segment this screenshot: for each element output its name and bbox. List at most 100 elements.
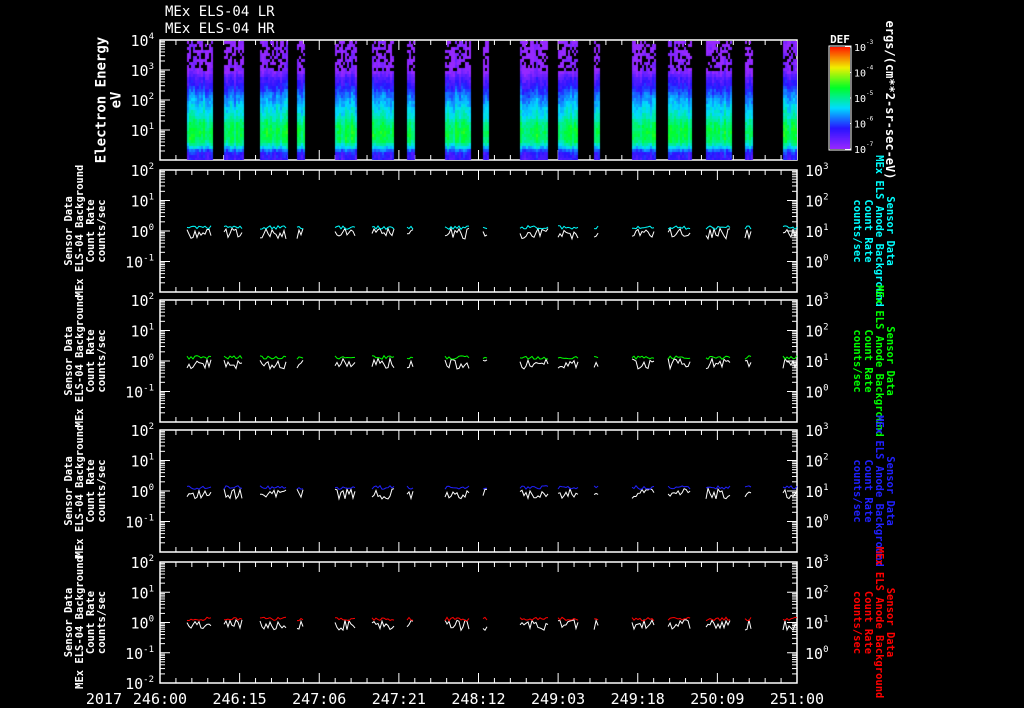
colorbar-title: DEF (830, 33, 850, 46)
colored-series-segment (631, 617, 655, 622)
colored-series-segment (223, 354, 243, 360)
white-series-segment (557, 229, 579, 241)
white-series-segment (705, 226, 731, 241)
tick-label: 10-1 (125, 645, 154, 663)
white-series-segment (223, 227, 243, 239)
colored-series-segment (705, 225, 731, 230)
x-tick-label: 247:06 (292, 690, 346, 708)
colored-series-segment (631, 355, 655, 360)
white-series-segment (334, 619, 356, 632)
colored-series-segment (744, 617, 752, 622)
panel-2-series (186, 354, 798, 371)
colored-series-segment (223, 485, 243, 490)
colored-series-segment (519, 224, 549, 230)
white-series-segment (705, 357, 731, 370)
spectrogram-y-label: Electron EnergyeV (94, 36, 125, 163)
colorbar-tick-label: 10-6 (854, 116, 874, 131)
white-series-segment (444, 619, 470, 632)
axis-label-line: counts/sec (851, 199, 863, 262)
colored-series-segment (594, 225, 599, 230)
colored-series-segment (782, 355, 798, 360)
tick-label: 101 (805, 615, 828, 633)
tick-label: 103 (805, 162, 828, 180)
white-series-segment (296, 488, 304, 499)
colored-series-segment (667, 225, 691, 230)
colorbar-tick-label: 10-7 (854, 141, 874, 156)
white-series-segment (371, 619, 395, 631)
white-series-segment (557, 619, 579, 631)
tick-label: 104 (131, 32, 154, 50)
colored-series-segment (705, 616, 731, 622)
colored-series-segment (744, 485, 752, 488)
white-series-segment (519, 489, 549, 501)
colored-series-segment (482, 356, 488, 359)
axis-label-line: counts/sec (96, 329, 108, 392)
white-series-segment (259, 227, 287, 240)
axis-label-line: counts/sec (96, 199, 108, 262)
white-series-segment (186, 620, 212, 629)
white-series-segment (482, 359, 488, 362)
white-series-segment (296, 619, 304, 630)
x-tick-label: 249:18 (611, 690, 665, 708)
colored-series-segment (482, 226, 488, 230)
panel-1-left-label: Sensor Data MEx ELS-04 Background Count Ra… (63, 165, 108, 298)
colored-series-segment (186, 616, 212, 622)
axis-label-line: counts/sec (851, 591, 863, 654)
white-series-segment (371, 356, 395, 369)
white-series-segment (482, 488, 488, 496)
white-series-segment (593, 492, 599, 496)
colored-series-segment (259, 485, 287, 491)
electron-energy-spectrogram (161, 41, 797, 160)
tick-label: 102 (131, 554, 154, 572)
axis-label-line: Electron Energy (94, 36, 110, 163)
plot-title: MEx ELS-04 HR (165, 21, 275, 37)
tick-label: 101 (131, 122, 154, 140)
white-series-segment (296, 360, 304, 369)
colored-series-segment (223, 617, 243, 621)
axis-label-line: counts/sec (96, 591, 108, 654)
white-series-segment (705, 619, 731, 630)
tick-label: 102 (805, 453, 828, 471)
white-series-segment (593, 232, 599, 238)
white-series-segment (744, 359, 752, 368)
white-series-segment (223, 619, 243, 630)
colored-series-segment (444, 485, 470, 490)
white-series-segment (406, 490, 414, 501)
x-tick-label: 248:12 (451, 690, 505, 708)
white-series-segment (631, 228, 655, 238)
colored-series-segment (557, 616, 579, 621)
x-tick-label: 246:00 (133, 690, 187, 708)
white-series-segment (482, 626, 488, 631)
colored-series-segment (186, 355, 212, 360)
white-series-segment (744, 619, 752, 631)
left-y-axis: 10-1 100 101 102 (125, 292, 170, 423)
white-series-segment (782, 228, 798, 239)
x-tick-label: 246:15 (213, 690, 267, 708)
left-y-axis: 10-1 100 101 102 (125, 422, 170, 553)
tick-label: 10-1 (125, 514, 154, 532)
panel-4-right-label: Sensor DataMEx ELS Anode BackgroundCount… (851, 547, 896, 699)
colored-series-segment (594, 356, 599, 359)
colored-series-segment (406, 356, 414, 360)
panel-3-series (186, 484, 798, 501)
panel-4-series (186, 616, 798, 632)
white-series-segment (223, 359, 243, 370)
colored-series-segment (782, 225, 798, 231)
left-y-axis: 10-1 100 101 102 (125, 162, 170, 293)
colored-series-segment (482, 616, 488, 621)
white-series-segment (782, 357, 798, 370)
white-series-segment (744, 229, 752, 241)
white-series-segment (519, 619, 549, 631)
white-series-segment (444, 226, 470, 240)
panel-4-left-label: Sensor Data MEx ELS-04 Background Count Ra… (63, 556, 108, 689)
colorbar-tick-label: 10-3 (854, 39, 874, 54)
tick-label: 101 (805, 483, 828, 501)
count-rate-panel-4-frame (159, 561, 798, 684)
white-series-segment (519, 357, 549, 370)
colored-series-segment (334, 355, 356, 360)
axis-label-line: counts/sec (851, 459, 863, 522)
white-series-segment (667, 488, 691, 497)
colorbar-tick-label: 10-4 (854, 65, 874, 80)
colored-series-segment (705, 355, 731, 361)
white-series-segment (705, 486, 731, 500)
